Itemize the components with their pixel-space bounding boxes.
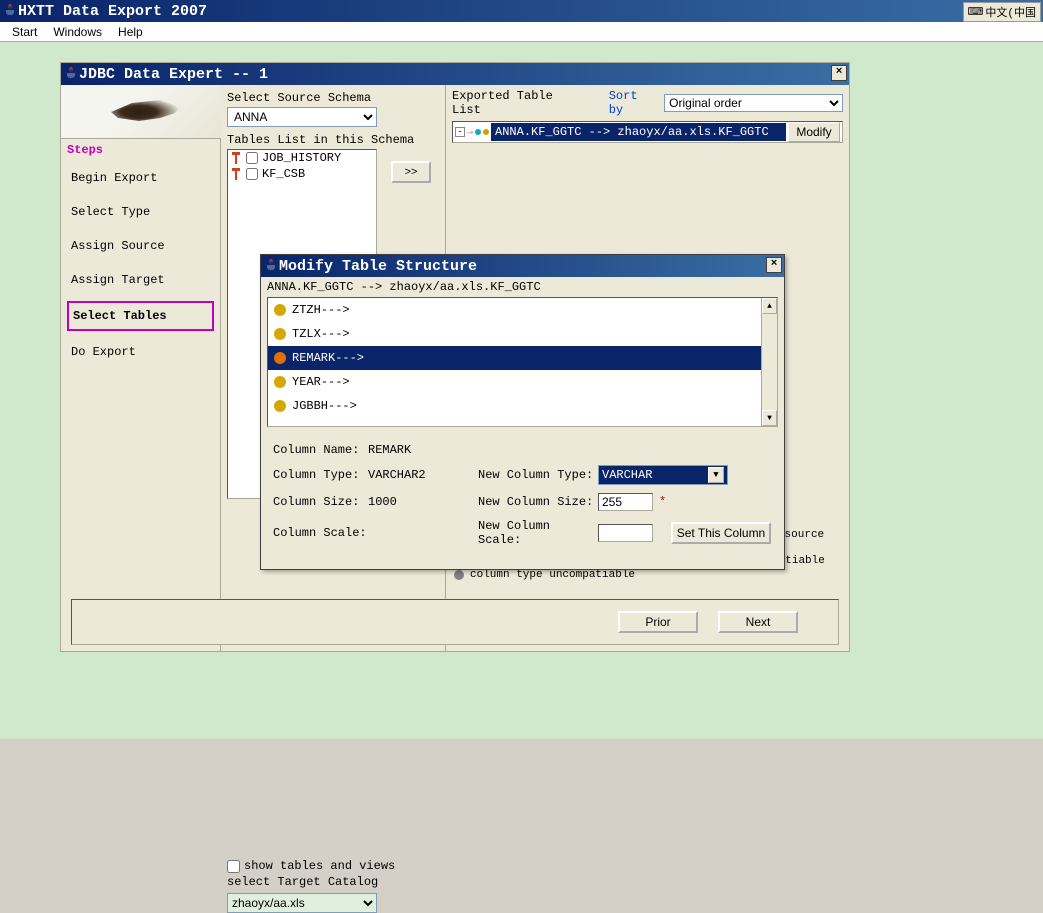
dropdown-icon[interactable]: ▼ [708, 467, 724, 483]
close-icon[interactable]: × [831, 65, 847, 81]
status-dot-icon [483, 129, 489, 135]
new-col-type-select[interactable]: VARCHAR ▼ [598, 465, 728, 485]
table-row[interactable]: JOB_HISTORY [228, 150, 376, 166]
new-col-scale-input[interactable] [598, 524, 653, 542]
close-icon[interactable]: × [766, 257, 782, 273]
add-table-button[interactable]: >> [391, 161, 431, 183]
status-icon [274, 376, 286, 388]
exported-table-list[interactable]: - → ANNA.KF_GGTC --> zhaoyx/aa.xls.KF_GG… [452, 121, 843, 143]
table-icon [230, 168, 242, 180]
col-size-value: 1000 [368, 495, 458, 509]
java-icon [265, 259, 279, 273]
target-catalog-select[interactable]: zhaoyx/aa.xls [227, 893, 377, 913]
source-schema-select[interactable]: ANNA [227, 107, 377, 127]
jdbc-title-bar[interactable]: JDBC Data Expert -- 1 × [61, 63, 849, 85]
table-row[interactable]: KF_CSB [228, 166, 376, 182]
sortby-select[interactable]: Original order [664, 94, 843, 112]
status-icon [274, 304, 286, 316]
exported-row-text: ANNA.KF_GGTC --> zhaoyx/aa.xls.KF_GGTC [491, 123, 786, 141]
target-catalog-label: select Target Catalog [227, 875, 439, 889]
java-icon [65, 67, 79, 81]
new-col-type-label: New Column Type: [478, 468, 598, 482]
java-icon [4, 4, 18, 18]
step-do-export[interactable]: Do Export [61, 335, 220, 369]
step-begin-export[interactable]: Begin Export [61, 161, 220, 195]
collapse-icon[interactable]: - [455, 127, 465, 137]
col-type-value: VARCHAR2 [368, 468, 458, 482]
source-schema-label: Select Source Schema [227, 91, 439, 105]
column-row[interactable]: YEAR---> [268, 370, 777, 394]
column-row[interactable]: JGBBH---> [268, 394, 777, 418]
eagle-image [61, 85, 221, 139]
sortby-label: Sort by [609, 89, 656, 117]
column-row[interactable]: TZLX---> [268, 322, 777, 346]
menu-help[interactable]: Help [110, 23, 151, 41]
next-button[interactable]: Next [718, 611, 798, 633]
modal-title-bar[interactable]: Modify Table Structure × [261, 255, 784, 277]
show-tables-views-label: show tables and views [244, 859, 395, 873]
exported-row[interactable]: - → ANNA.KF_GGTC --> zhaoyx/aa.xls.KF_GG… [455, 122, 840, 142]
modify-table-modal: Modify Table Structure × ANNA.KF_GGTC --… [260, 254, 785, 570]
steps-sidebar: Steps Begin Export Select Type Assign So… [61, 85, 221, 651]
column-row[interactable]: REMARK---> [268, 346, 777, 370]
new-col-size-input[interactable] [598, 493, 653, 511]
arrow-icon: → [467, 127, 473, 138]
col-scale-label: Column Scale: [273, 526, 368, 540]
status-icon [274, 352, 286, 364]
prior-button[interactable]: Prior [618, 611, 698, 633]
status-icon [274, 400, 286, 412]
language-button[interactable]: ⌨ 中文(中国 [963, 2, 1042, 22]
tables-list-label: Tables List in this Schema [227, 133, 439, 147]
step-assign-target[interactable]: Assign Target [61, 263, 220, 297]
set-this-column-button[interactable]: Set This Column [671, 522, 771, 544]
wizard-nav-bar: Prior Next [71, 599, 839, 645]
scrollbar[interactable]: ▲ ▼ [761, 298, 777, 426]
show-tables-views-checkbox[interactable] [227, 860, 240, 873]
table-checkbox[interactable] [246, 152, 258, 164]
status-dot-icon [475, 129, 481, 135]
main-title-bar: HXTT Data Export 2007 [0, 0, 1043, 22]
column-details-panel: Column Name: REMARK Column Type: VARCHAR… [261, 427, 784, 563]
menu-windows[interactable]: Windows [45, 23, 110, 41]
app-body: JDBC Data Expert -- 1 × Steps Begin Expo… [0, 42, 1043, 739]
keyboard-icon: ⌨ [968, 5, 984, 19]
col-name-value: REMARK [368, 443, 458, 457]
col-name-label: Column Name: [273, 443, 368, 457]
column-list[interactable]: ZTZH---> TZLX---> REMARK---> YEAR---> JG… [267, 297, 778, 427]
table-checkbox[interactable] [246, 168, 258, 180]
col-size-label: Column Size: [273, 495, 368, 509]
jdbc-title-text: JDBC Data Expert -- 1 [79, 66, 268, 83]
modal-subtitle: ANNA.KF_GGTC --> zhaoyx/aa.xls.KF_GGTC [261, 277, 784, 297]
new-col-scale-label: New Column Scale: [478, 519, 598, 547]
modify-button[interactable]: Modify [788, 122, 840, 142]
menu-bar: Start Windows Help [0, 22, 1043, 42]
step-select-tables[interactable]: Select Tables [67, 301, 214, 331]
scroll-down-button[interactable]: ▼ [762, 410, 777, 426]
step-select-type[interactable]: Select Type [61, 195, 220, 229]
required-asterisk: * [659, 495, 666, 509]
app-title: HXTT Data Export 2007 [18, 3, 207, 20]
column-row[interactable]: ZTZH---> [268, 298, 777, 322]
legend-dot-icon [454, 570, 464, 580]
col-type-label: Column Type: [273, 468, 368, 482]
menu-start[interactable]: Start [4, 23, 45, 41]
scroll-up-button[interactable]: ▲ [762, 298, 777, 314]
table-icon [230, 152, 242, 164]
modal-title-text: Modify Table Structure [279, 258, 477, 275]
new-col-size-label: New Column Size: [478, 495, 598, 509]
steps-heading: Steps [61, 139, 220, 161]
status-icon [274, 328, 286, 340]
exported-list-label: Exported Table List [452, 89, 581, 117]
step-assign-source[interactable]: Assign Source [61, 229, 220, 263]
